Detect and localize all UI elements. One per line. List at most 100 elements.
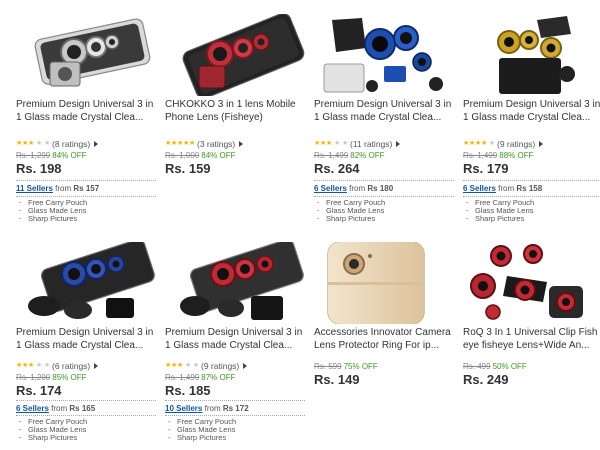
rating-row[interactable]: ★ ★ ★ ★ ★ (6 ratings): [16, 360, 99, 371]
product-image[interactable]: [165, 12, 305, 99]
product-card[interactable]: Premium Design Universal 3 in 1 Glass ma…: [165, 238, 305, 447]
product-card[interactable]: Accessories Innovator Camera Lens Protec…: [314, 241, 454, 392]
sellers-link[interactable]: 10 Sellers: [165, 404, 202, 413]
product-title[interactable]: Premium Design Universal 3 in 1 Glass ma…: [314, 98, 454, 124]
feature-list: Free Carry Pouch Glass Made Lens Sharp P…: [314, 199, 385, 224]
sellers-from-price: Rs 158: [516, 184, 543, 193]
rating-count: (11 ratings): [350, 138, 393, 149]
product-price: Rs. 185: [165, 383, 211, 398]
sellers-info: 11 Sellers from Rs 157: [16, 184, 99, 193]
star-empty-icon: ★: [193, 361, 200, 369]
product-title[interactable]: Accessories Innovator Camera Lens Protec…: [314, 326, 454, 352]
product-image[interactable]: [165, 238, 305, 324]
clip-lens-kit-red-icon: [182, 12, 305, 99]
star-empty-icon: ★: [342, 139, 349, 147]
sellers-link[interactable]: 6 Sellers: [463, 184, 496, 193]
product-image[interactable]: [16, 238, 156, 324]
product-price: Rs. 149: [314, 372, 360, 387]
divider: [463, 180, 600, 181]
product-card[interactable]: Premium Design Universal 3 in 1 Glass ma…: [314, 14, 454, 223]
product-title[interactable]: Premium Design Universal 3 in 1 Glass ma…: [16, 98, 156, 124]
feature-item: Sharp Pictures: [314, 215, 385, 224]
rating-count: (6 ratings): [52, 360, 91, 371]
sellers-from-price: Rs 172: [222, 404, 249, 413]
star-filled-icon: ★: [326, 139, 333, 147]
product-price: Rs. 179: [463, 161, 509, 176]
product-image[interactable]: [463, 14, 600, 96]
product-card[interactable]: Premium Design Universal 3 in 1 Glass ma…: [16, 14, 156, 223]
product-price: Rs. 198: [16, 161, 62, 176]
clip-lens-kit-blue-icon: [323, 18, 443, 93]
product-price: Rs. 159: [165, 161, 211, 176]
sellers-link[interactable]: 6 Sellers: [314, 184, 347, 193]
sellers-from-label: from: [204, 404, 221, 413]
sellers-info: 6 Sellers from Rs 158: [463, 184, 542, 193]
star-filled-icon: ★: [177, 361, 184, 369]
price-line: Rs. 1,000 84% OFF: [165, 151, 235, 160]
product-title[interactable]: Premium Design Universal 3 in 1 Glass ma…: [463, 98, 600, 124]
original-price: Rs. 1,499: [165, 373, 200, 382]
star-filled-icon: ★: [481, 139, 488, 147]
product-card[interactable]: Premium Design Universal 3 in 1 Glass ma…: [463, 14, 600, 223]
clip-lens-red-collage-icon: [470, 244, 583, 320]
rating-row[interactable]: ★ ★ ★ ★ ★ (8 ratings): [16, 138, 99, 149]
gold-phone-camera-ring-icon: [327, 241, 425, 325]
star-empty-icon: ★: [489, 139, 496, 147]
product-image[interactable]: [16, 14, 156, 96]
product-card[interactable]: CHKOKKO 3 in 1 lens Mobile Phone Lens (F…: [165, 12, 305, 176]
price-line: Rs. 1,200 85% OFF: [16, 373, 86, 382]
product-price: Rs. 249: [463, 372, 509, 387]
rating-row[interactable]: ★ ★ ★ ★ ★ (11 ratings): [314, 138, 401, 149]
star-empty-icon: ★: [44, 139, 51, 147]
star-rating: ★ ★ ★ ★ ★: [314, 140, 348, 148]
discount-label: 84% OFF: [52, 151, 87, 160]
divider: [16, 180, 156, 181]
sellers-link[interactable]: 11 Sellers: [16, 184, 53, 193]
divider: [463, 196, 600, 197]
original-price: Rs. 1,200: [16, 373, 51, 382]
product-title[interactable]: RoQ 3 In 1 Universal Clip Fish eye fishe…: [463, 326, 600, 352]
feature-list: Free Carry Pouch Glass Made Lens Sharp P…: [165, 418, 236, 443]
product-image[interactable]: [314, 14, 454, 96]
rating-row[interactable]: ★ ★ ★ ★ ★ (9 ratings): [463, 138, 544, 149]
price-line: Rs. 1,299 84% OFF: [16, 151, 86, 160]
product-card[interactable]: Premium Design Universal 3 in 1 Glass ma…: [16, 238, 156, 447]
rating-count: (3 ratings): [197, 138, 236, 149]
product-image[interactable]: [463, 242, 600, 324]
sellers-from-price: Rs 157: [73, 184, 100, 193]
star-rating: ★ ★ ★ ★ ★: [165, 362, 199, 370]
original-price: Rs. 1,000: [165, 151, 200, 160]
sellers-link[interactable]: 6 Sellers: [16, 404, 49, 413]
divider: [314, 180, 454, 181]
product-title[interactable]: Premium Design Universal 3 in 1 Glass ma…: [165, 326, 305, 352]
feature-item: Sharp Pictures: [165, 434, 236, 443]
star-filled-icon: ★: [28, 361, 35, 369]
star-empty-icon: ★: [334, 139, 341, 147]
original-price: Rs. 1,499: [463, 151, 498, 160]
star-empty-icon: ★: [44, 361, 51, 369]
sellers-from-price: Rs 165: [69, 404, 96, 413]
star-rating: ★ ★ ★ ★ ★: [16, 362, 50, 370]
discount-label: 75% OFF: [343, 362, 378, 371]
chevron-right-icon: [239, 140, 244, 147]
rating-count: (8 ratings): [52, 138, 91, 149]
discount-label: 85% OFF: [52, 373, 87, 382]
sellers-from-label: from: [498, 184, 515, 193]
rating-row[interactable]: ★ ★ ★ ★ ★ (3 ratings): [165, 138, 244, 149]
product-title[interactable]: Premium Design Universal 3 in 1 Glass ma…: [16, 326, 156, 352]
divider: [16, 415, 156, 416]
clip-lens-kit-gold-icon: [497, 16, 575, 94]
feature-list: Free Carry Pouch Glass Made Lens Sharp P…: [16, 199, 87, 224]
divider: [16, 196, 156, 197]
discount-label: 84% OFF: [201, 151, 236, 160]
product-title[interactable]: CHKOKKO 3 in 1 lens Mobile Phone Lens (F…: [165, 98, 305, 124]
sellers-from-label: from: [51, 404, 68, 413]
divider: [314, 196, 454, 197]
sellers-from-price: Rs 180: [367, 184, 394, 193]
rating-row[interactable]: ★ ★ ★ ★ ★ (9 ratings): [165, 360, 248, 371]
product-card[interactable]: RoQ 3 In 1 Universal Clip Fish eye fishe…: [463, 242, 600, 392]
product-image[interactable]: [314, 241, 454, 325]
star-rating: ★ ★ ★ ★ ★: [165, 140, 195, 148]
feature-list: Free Carry Pouch Glass Made Lens Sharp P…: [16, 418, 87, 443]
original-price: Rs. 1,499: [314, 151, 349, 160]
